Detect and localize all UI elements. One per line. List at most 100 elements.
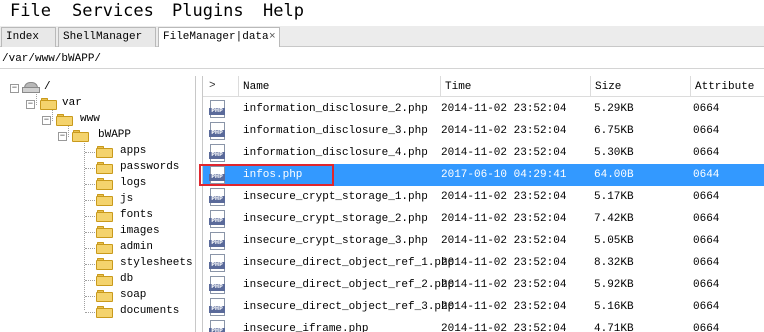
- file-row[interactable]: PHP insecure_direct_object_ref_2.php 2014-…: [203, 274, 764, 296]
- php-file-icon: PHP: [209, 144, 225, 162]
- tree-node-folder[interactable]: js: [0, 192, 190, 208]
- tree-node-folder[interactable]: fonts: [0, 208, 190, 224]
- tree-node-bwapp[interactable]: − bWAPP: [0, 128, 190, 144]
- tree-label: logs: [120, 177, 147, 189]
- tree-node-folder[interactable]: logs: [0, 176, 190, 192]
- tree-label: fonts: [120, 209, 154, 221]
- file-size: 5.05KB: [594, 235, 634, 247]
- tree-label: soap: [120, 289, 147, 301]
- drive-icon: [22, 82, 40, 94]
- folder-icon: [96, 210, 113, 222]
- menu-services[interactable]: Services: [72, 1, 154, 21]
- php-file-icon: PHP: [209, 210, 225, 228]
- file-row[interactable]: PHP insecure_direct_object_ref_3.php 2014-…: [203, 296, 764, 318]
- folder-icon: [96, 306, 113, 318]
- tree-label: documents: [120, 305, 180, 317]
- column-header-size[interactable]: Size: [591, 76, 691, 97]
- folder-icon: [96, 178, 113, 190]
- tree-label: bWAPP: [98, 129, 132, 141]
- menu-file[interactable]: File: [10, 1, 51, 21]
- folder-icon: [96, 258, 113, 270]
- file-list: > Name Time Size Attribute PHP informatio…: [202, 76, 764, 332]
- column-header-sort[interactable]: >: [203, 76, 239, 97]
- file-attribute: 0664: [693, 213, 720, 225]
- file-time: 2014-11-02 23:52:04: [441, 279, 567, 291]
- tree-label: db: [120, 273, 134, 285]
- php-file-icon: PHP: [209, 232, 225, 250]
- tree-node-folder[interactable]: passwords: [0, 160, 190, 176]
- tree-label: js: [120, 193, 134, 205]
- menu-help[interactable]: Help: [263, 1, 304, 21]
- file-size: 4.71KB: [594, 323, 634, 332]
- tree-node-folder[interactable]: images: [0, 224, 190, 240]
- file-time: 2017-06-10 04:29:41: [441, 169, 567, 181]
- tab-label: Index: [6, 31, 40, 43]
- tree-node-folder[interactable]: stylesheets: [0, 256, 193, 272]
- folder-icon: [96, 146, 113, 158]
- file-size: 64.00B: [594, 169, 634, 181]
- php-file-icon: PHP: [209, 276, 225, 294]
- folder-icon: [96, 274, 113, 286]
- file-time: 2014-11-02 23:52:04: [441, 125, 567, 137]
- file-row[interactable]: PHP information_disclosure_4.php 2014-11-0…: [203, 142, 764, 164]
- tree-label: stylesheets: [120, 257, 193, 269]
- tree-node-folder[interactable]: admin: [0, 240, 190, 256]
- column-header-time[interactable]: Time: [441, 76, 591, 97]
- folder-icon: [96, 194, 113, 206]
- tree-node-folder[interactable]: documents: [0, 304, 190, 320]
- collapse-icon[interactable]: −: [58, 132, 67, 141]
- menu-plugins[interactable]: Plugins: [172, 1, 244, 21]
- file-name: information_disclosure_2.php: [243, 103, 428, 115]
- file-name: information_disclosure_4.php: [243, 147, 428, 159]
- file-attribute: 0644: [693, 169, 720, 181]
- tree-node-folder[interactable]: apps: [0, 144, 190, 160]
- file-size: 5.17KB: [594, 191, 634, 203]
- tree-node-root[interactable]: − /: [0, 80, 190, 96]
- path-input[interactable]: [2, 51, 742, 67]
- file-name: infos.php: [243, 169, 303, 181]
- file-attribute: 0664: [693, 301, 720, 313]
- tree-label: /: [44, 81, 51, 93]
- tree-node-var[interactable]: − var: [0, 96, 190, 112]
- tree-node-www[interactable]: − www: [0, 112, 190, 128]
- column-header-name[interactable]: Name: [239, 76, 441, 97]
- file-row[interactable]: PHP infos.php 2017-06-10 04:29:41 64.00B 064…: [203, 164, 764, 186]
- file-time: 2014-11-02 23:52:04: [441, 191, 567, 203]
- file-name: insecure_iframe.php: [243, 323, 369, 332]
- file-name: insecure_direct_object_ref_1.php: [243, 257, 455, 269]
- file-time: 2014-11-02 23:52:04: [441, 213, 567, 225]
- file-row[interactable]: PHP insecure_direct_object_ref_1.php 2014-…: [203, 252, 764, 274]
- file-row[interactable]: PHP insecure_crypt_storage_2.php 2014-11-0…: [203, 208, 764, 230]
- file-attribute: 0664: [693, 147, 720, 159]
- file-row[interactable]: PHP information_disclosure_3.php 2014-11-0…: [203, 120, 764, 142]
- tree-node-folder[interactable]: soap: [0, 288, 190, 304]
- file-attribute: 0664: [693, 279, 720, 291]
- collapse-icon[interactable]: −: [42, 116, 51, 125]
- file-name: insecure_crypt_storage_3.php: [243, 235, 428, 247]
- php-file-icon: PHP: [209, 122, 225, 140]
- collapse-icon[interactable]: −: [26, 100, 35, 109]
- tab-label: ShellManager: [63, 31, 143, 43]
- file-time: 2014-11-02 23:52:04: [441, 235, 567, 247]
- file-size: 8.32KB: [594, 257, 634, 269]
- tree-label: www: [80, 113, 100, 125]
- file-size: 7.42KB: [594, 213, 634, 225]
- file-time: 2014-11-02 23:52:04: [441, 301, 567, 313]
- tab-label: FileManager|data: [163, 31, 269, 43]
- tab-index[interactable]: Index: [1, 27, 56, 47]
- tab-filemanager[interactable]: FileManager|data ×: [158, 27, 280, 48]
- folder-icon: [56, 114, 73, 126]
- file-row[interactable]: PHP insecure_iframe.php 2014-11-02 23:52:0…: [203, 318, 764, 332]
- column-header-attribute[interactable]: Attribute: [691, 76, 764, 97]
- php-file-icon: PHP: [209, 254, 225, 272]
- collapse-icon[interactable]: −: [10, 84, 19, 93]
- file-time: 2014-11-02 23:52:04: [441, 323, 567, 332]
- file-row[interactable]: PHP information_disclosure_2.php 2014-11-0…: [203, 98, 764, 120]
- tab-shellmanager[interactable]: ShellManager: [58, 27, 156, 47]
- tree-node-folder[interactable]: db: [0, 272, 190, 288]
- tab-close-icon[interactable]: ×: [269, 31, 276, 43]
- file-row[interactable]: PHP insecure_crypt_storage_1.php 2014-11-0…: [203, 186, 764, 208]
- folder-icon: [96, 162, 113, 174]
- file-row[interactable]: PHP insecure_crypt_storage_3.php 2014-11-0…: [203, 230, 764, 252]
- tree-label: var: [62, 97, 82, 109]
